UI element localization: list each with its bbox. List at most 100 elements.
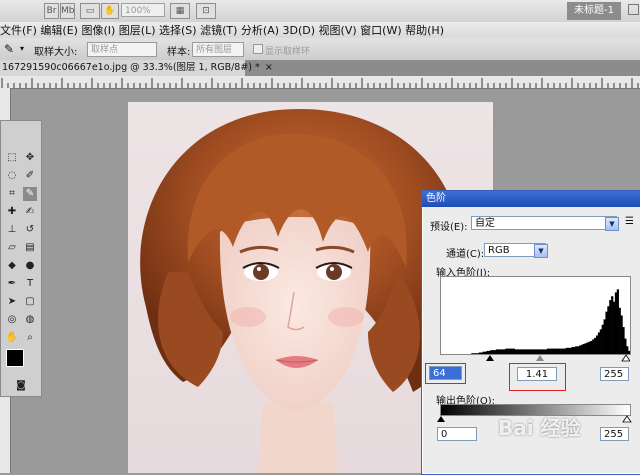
- eraser-tool-icon[interactable]: ▱: [5, 241, 19, 255]
- output-white-slider[interactable]: [622, 415, 632, 423]
- histogram-bar: [573, 347, 576, 354]
- histogram-bar: [590, 340, 593, 354]
- crop-tool-icon[interactable]: ⌗: [5, 187, 19, 201]
- 3d-rotate-tool-icon[interactable]: ◎: [5, 313, 19, 327]
- histogram-bar: [599, 329, 602, 354]
- histogram-bar: [622, 327, 625, 354]
- histogram-bar: [580, 344, 584, 354]
- window-title: 未标题-1: [567, 2, 621, 20]
- marquee-tool-icon[interactable]: ⬚: [5, 151, 19, 165]
- levels-title-bar[interactable]: 色阶: [422, 191, 640, 207]
- histogram-bar: [603, 319, 606, 354]
- eyedropper-icon[interactable]: ✎: [4, 42, 14, 56]
- path-select-tool-icon[interactable]: ➤: [5, 295, 19, 309]
- lasso-tool-icon[interactable]: ◌: [5, 169, 19, 183]
- levels-title: 色阶: [426, 193, 446, 204]
- menu-file[interactable]: 文件(F): [0, 24, 37, 37]
- menu-image[interactable]: 图像(I): [81, 24, 115, 37]
- tool-preset-arrow-icon[interactable]: ▾: [20, 44, 24, 53]
- hand-tool-icon[interactable]: ✋: [101, 3, 119, 19]
- zoom-level-box[interactable]: 100%: [121, 3, 165, 17]
- highlight-gamma-box: [509, 363, 566, 391]
- dodge-tool-icon[interactable]: ●: [23, 259, 37, 273]
- output-white-field[interactable]: 255: [600, 427, 629, 441]
- preset-label: 预设(E):: [430, 222, 468, 233]
- histogram-bar: [586, 342, 589, 354]
- type-tool-icon[interactable]: T: [23, 277, 37, 291]
- histogram-bar: [595, 335, 599, 354]
- shape-tool-icon[interactable]: ▢: [23, 295, 37, 309]
- horizontal-ruler[interactable]: [0, 76, 640, 89]
- white-point-slider[interactable]: [621, 354, 630, 362]
- menu-select[interactable]: 选择(S): [159, 24, 197, 37]
- main-menu: 文件(F) 编辑(E) 图像(I) 图层(L) 选择(S) 滤镜(T) 分析(A…: [0, 22, 640, 39]
- 3d-orbit-tool-icon[interactable]: ◍: [23, 313, 37, 327]
- menu-filter[interactable]: 滤镜(T): [200, 24, 237, 37]
- blur-tool-icon[interactable]: ◆: [5, 259, 19, 273]
- menu-window[interactable]: 窗口(W): [360, 24, 401, 37]
- histogram-bar: [575, 346, 578, 354]
- close-tab-icon[interactable]: ×: [265, 62, 273, 73]
- quick-select-tool-icon[interactable]: ✐: [23, 169, 37, 183]
- menu-3d[interactable]: 3D(D): [283, 24, 316, 37]
- toolbox: ⬚ ✥ ◌ ✐ ⌗ ✎ ✚ ✍ ⊥ ↺ ▱ ▤ ◆ ● ✒ T ➤ ▢ ◎ ◍ …: [0, 120, 42, 397]
- brush-tool-icon[interactable]: ✍: [23, 205, 37, 219]
- histogram-bar: [582, 343, 585, 354]
- foreground-color-swatch[interactable]: [6, 349, 24, 367]
- menu-layer[interactable]: 图层(L): [119, 24, 156, 37]
- histogram-bar: [578, 345, 582, 354]
- preset-select[interactable]: 自定: [471, 216, 617, 230]
- histogram-bar: [601, 324, 604, 354]
- quick-mask-icon[interactable]: ◙: [14, 379, 28, 393]
- document-tab[interactable]: 167291590c06667e1o.jpg @ 33.3%(图层 1, RGB…: [0, 60, 273, 76]
- preset-dropdown-icon[interactable]: ▼: [605, 217, 619, 231]
- black-point-slider[interactable]: [486, 355, 494, 361]
- histogram-bar: [620, 315, 623, 354]
- menu-view[interactable]: 视图(V): [319, 24, 357, 37]
- gradient-tool-icon[interactable]: ▤: [23, 241, 37, 255]
- eyedropper-tool-icon[interactable]: ✎: [23, 187, 37, 201]
- output-black-slider[interactable]: [437, 416, 445, 422]
- output-black-field[interactable]: 0: [437, 427, 477, 441]
- minibridge-badge[interactable]: Mb: [60, 3, 75, 19]
- healing-tool-icon[interactable]: ✚: [5, 205, 19, 219]
- histogram-bar: [588, 341, 591, 354]
- history-brush-tool-icon[interactable]: ↺: [23, 223, 37, 237]
- show-ring-checkbox[interactable]: [253, 44, 263, 54]
- zoom-tool-icon[interactable]: ⌕: [23, 331, 37, 345]
- histogram-bar: [607, 306, 610, 354]
- menu-help[interactable]: 帮助(H): [405, 24, 444, 37]
- screen-mode-icon[interactable]: ▭: [80, 3, 100, 19]
- menu-analysis[interactable]: 分析(A): [241, 24, 279, 37]
- preset-options-icon[interactable]: ☰: [625, 216, 634, 227]
- bridge-badge[interactable]: Br: [44, 3, 59, 19]
- histogram-bar: [605, 311, 608, 354]
- baidu-watermark: Bai 经验: [498, 416, 581, 440]
- input-white-field[interactable]: 255: [600, 367, 629, 381]
- move-tool-icon[interactable]: ✥: [23, 151, 37, 165]
- highlight-black-box: [425, 363, 466, 384]
- hand-tool-icon[interactable]: ✋: [5, 331, 19, 345]
- histogram-bar: [597, 332, 601, 354]
- document-tab-bar: 167291590c06667e1o.jpg @ 33.3%(图层 1, RGB…: [0, 60, 640, 76]
- minimize-icon[interactable]: [628, 4, 639, 15]
- options-bar: ✎ ▾ 取样大小: 取样点 样本: 所有图层 显示取样环: [0, 38, 640, 61]
- histogram-bars: [471, 289, 631, 354]
- gamma-slider[interactable]: [536, 355, 544, 361]
- screen-layout-icon[interactable]: ⊡: [196, 3, 216, 19]
- ruler-ticks: [1, 78, 639, 88]
- histogram-bar: [626, 346, 629, 354]
- pen-tool-icon[interactable]: ✒: [5, 277, 19, 291]
- histogram-bar: [614, 292, 618, 354]
- histogram-bar: [594, 337, 597, 354]
- menu-edit[interactable]: 编辑(E): [40, 24, 78, 37]
- histogram-bar: [571, 347, 574, 354]
- arrange-docs-icon[interactable]: ▦: [170, 3, 190, 19]
- input-slider-track[interactable]: [440, 354, 630, 362]
- stamp-tool-icon[interactable]: ⊥: [5, 223, 19, 237]
- sample-size-label: 取样大小:: [34, 47, 78, 58]
- sample-size-select[interactable]: 取样点: [87, 42, 157, 57]
- histogram-bar: [584, 343, 587, 354]
- channel-dropdown-icon[interactable]: ▼: [534, 244, 548, 258]
- sample-select[interactable]: 所有图层: [192, 42, 244, 57]
